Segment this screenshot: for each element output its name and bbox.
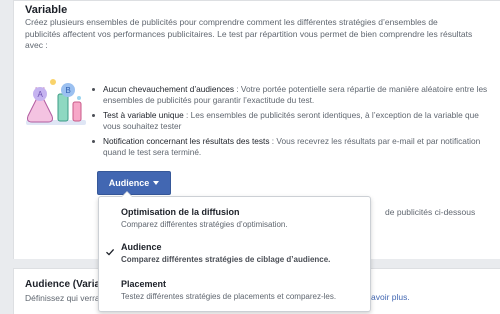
variable-select-label: Audience: [108, 178, 150, 188]
lab-flasks-illustration: A B: [26, 79, 86, 125]
svg-text:B: B: [66, 86, 71, 95]
menu-item-desc: Testez différentes stratégies de placeme…: [121, 292, 337, 301]
menu-item-optimisation[interactable]: Optimisation de la diffusion Comparez di…: [99, 207, 370, 241]
list-item: Notification concernant les résultats de…: [89, 136, 489, 158]
menu-item-placement[interactable]: Placement Testez différentes stratégies …: [99, 279, 370, 313]
svg-text:A: A: [38, 90, 44, 99]
checkmark-icon: [106, 248, 115, 256]
variable-dropdown-menu: Optimisation de la diffusion Comparez di…: [98, 191, 371, 313]
section-title: Variable: [25, 4, 68, 16]
obscured-text: de publicités ci-dessous: [385, 207, 476, 217]
feature-list: Aucun chevauchement d’audiences : Votre …: [89, 84, 489, 162]
variable-select-button[interactable]: Audience: [97, 171, 171, 195]
menu-item-title: Audience: [121, 242, 162, 252]
menu-item-desc: Comparez différentes stratégies d’optimi…: [121, 220, 288, 229]
menu-item-title: Optimisation de la diffusion: [121, 207, 240, 217]
section2-title: Audience (Varia: [25, 279, 101, 290]
list-item: Aucun chevauchement d’audiences : Votre …: [89, 84, 489, 106]
menu-item-title: Placement: [121, 279, 167, 289]
section-intro: Créez plusieurs ensembles de publicités …: [25, 17, 473, 50]
section2-subtitle: Définissez qui verra: [25, 293, 100, 303]
menu-item-audience[interactable]: Audience Comparez différentes stratégies…: [99, 242, 370, 276]
learn-more-link[interactable]: avoir plus.: [371, 292, 410, 302]
caret-down-icon: [153, 181, 160, 185]
list-item: Test à variable unique : Les ensembles d…: [89, 110, 489, 132]
menu-item-desc: Comparez différentes stratégies de cibla…: [121, 255, 331, 264]
